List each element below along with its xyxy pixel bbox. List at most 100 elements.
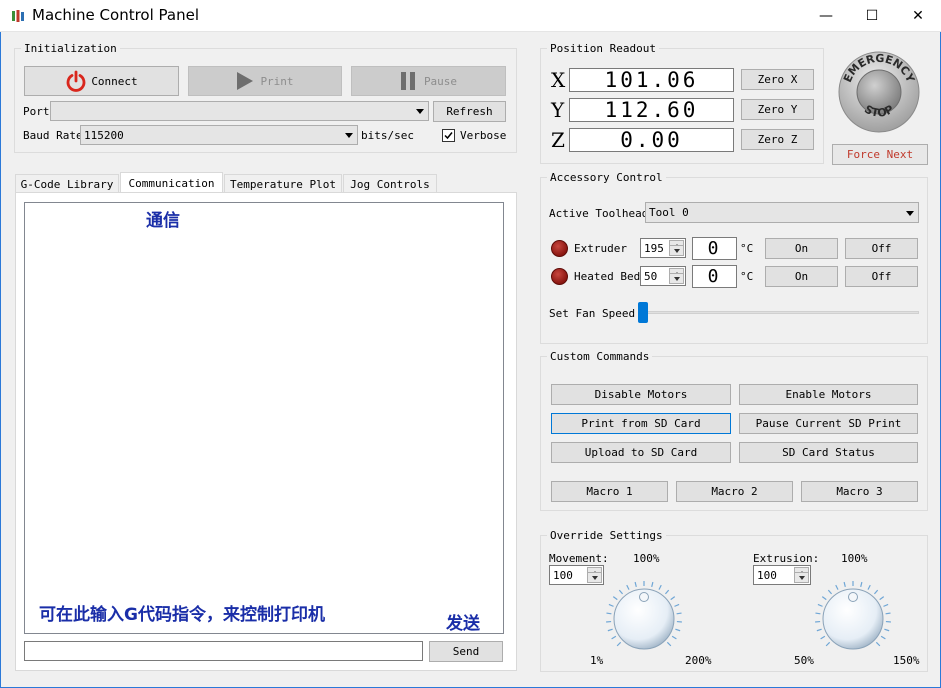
tab-temperature-plot[interactable]: Temperature Plot bbox=[224, 174, 342, 193]
zero-y-button[interactable]: Zero Y bbox=[741, 99, 814, 120]
heated-bed-off-button[interactable]: Off bbox=[845, 266, 918, 287]
refresh-button[interactable]: Refresh bbox=[433, 101, 506, 122]
print-button[interactable]: Print bbox=[188, 66, 342, 96]
zero-x-button[interactable]: Zero X bbox=[741, 69, 814, 90]
spin-down-icon[interactable] bbox=[669, 273, 684, 284]
send-button[interactable]: Send bbox=[429, 641, 503, 662]
check-icon bbox=[444, 132, 453, 140]
knob-tick bbox=[885, 612, 891, 615]
connect-button[interactable]: Connect bbox=[24, 66, 179, 96]
knob-tick bbox=[634, 581, 637, 588]
fan-speed-track[interactable] bbox=[640, 311, 919, 314]
knob-tick bbox=[816, 628, 822, 632]
annotation-command-hint: 可在此输入G代码指令，来控制打印机 bbox=[39, 605, 325, 625]
knob-tick bbox=[607, 628, 613, 632]
extrusion-value: 100 bbox=[757, 568, 777, 582]
heated-bed-on-button[interactable]: On bbox=[765, 266, 838, 287]
print-label: Print bbox=[260, 74, 294, 88]
knob-tick bbox=[618, 589, 624, 595]
enable-motors-button[interactable]: Enable Motors bbox=[739, 384, 918, 405]
knob-tick bbox=[879, 596, 885, 601]
macro-2-button[interactable]: Macro 2 bbox=[676, 481, 793, 502]
verbose-checkbox[interactable] bbox=[442, 129, 455, 142]
upload-to-sd-button[interactable]: Upload to SD Card bbox=[551, 442, 731, 463]
spin-down-icon[interactable] bbox=[587, 572, 602, 583]
extrusion-label: Extrusion: bbox=[753, 552, 820, 565]
extruder-setpoint-value: 195 bbox=[644, 241, 664, 255]
movement-knob[interactable] bbox=[603, 578, 685, 660]
extruder-status-led bbox=[551, 240, 568, 257]
extruder-on-button[interactable]: On bbox=[765, 238, 838, 259]
print-from-sd-button[interactable]: Print from SD Card bbox=[551, 413, 731, 434]
movement-spinner[interactable]: 100 bbox=[549, 565, 604, 585]
axis-z-label: Z bbox=[551, 128, 565, 152]
connect-label: Connect bbox=[91, 74, 138, 88]
extrusion-max-label: 150% bbox=[893, 654, 920, 667]
play-icon bbox=[236, 71, 254, 91]
axis-y-label: Y bbox=[551, 98, 565, 122]
chevron-down-icon bbox=[906, 210, 914, 216]
knob-tick bbox=[670, 596, 676, 601]
minimize-button[interactable]: — bbox=[803, 0, 849, 32]
spin-down-icon[interactable] bbox=[794, 572, 809, 583]
communication-log[interactable] bbox=[24, 202, 504, 634]
knob-tick bbox=[815, 612, 821, 615]
knob-tick bbox=[626, 584, 630, 590]
knob-icon bbox=[815, 581, 891, 650]
toolhead-select[interactable]: Tool 0 bbox=[645, 202, 919, 223]
annotation-send: 发送 bbox=[446, 614, 480, 634]
command-input[interactable] bbox=[24, 641, 423, 661]
app-icon bbox=[11, 9, 25, 23]
extruder-setpoint-spinner[interactable]: 195 bbox=[640, 238, 686, 258]
sd-card-status-button[interactable]: SD Card Status bbox=[739, 442, 918, 463]
tab-gcode-library[interactable]: G-Code Library bbox=[15, 174, 119, 193]
emergency-stop-button[interactable]: EMERGENCY STOP bbox=[835, 50, 923, 134]
bits-per-sec-label: bits/sec bbox=[361, 129, 414, 142]
knob-tick bbox=[671, 635, 677, 640]
close-button[interactable]: ✕ bbox=[895, 0, 941, 32]
knob-tick bbox=[675, 628, 681, 632]
knob-tick bbox=[608, 603, 614, 607]
toolhead-value: Tool 0 bbox=[649, 206, 689, 219]
knob-tick bbox=[884, 628, 890, 632]
heated-bed-unit: °C bbox=[740, 270, 754, 283]
heated-bed-status-led bbox=[551, 268, 568, 285]
port-select[interactable] bbox=[50, 101, 429, 121]
extrusion-knob[interactable] bbox=[812, 578, 894, 660]
heated-bed-setpoint-value: 50 bbox=[644, 269, 658, 283]
heated-bed-label: Heated Bed bbox=[574, 270, 641, 283]
pause-button[interactable]: Pause bbox=[351, 66, 506, 96]
macro-3-button[interactable]: Macro 3 bbox=[801, 481, 918, 502]
heated-bed-setpoint-spinner[interactable]: 50 bbox=[640, 266, 686, 286]
pause-label: Pause bbox=[423, 74, 458, 88]
active-toolhead-label: Active Toolhead bbox=[549, 207, 649, 220]
movement-current-percent: 100% bbox=[633, 552, 660, 565]
axis-x-label: X bbox=[551, 68, 566, 92]
maximize-button[interactable]: ☐ bbox=[849, 0, 895, 32]
accessory-control-label: Accessory Control bbox=[547, 171, 666, 184]
emergency-stop-icon: EMERGENCY STOP bbox=[838, 51, 920, 133]
fan-speed-label: Set Fan Speed bbox=[549, 307, 636, 320]
knob-tick bbox=[843, 581, 846, 588]
chevron-down-icon bbox=[345, 133, 353, 138]
pause-sd-print-button[interactable]: Pause Current SD Print bbox=[739, 413, 918, 434]
knob-tick bbox=[817, 603, 823, 607]
extrusion-spinner[interactable]: 100 bbox=[753, 565, 811, 585]
tab-communication[interactable]: Communication bbox=[120, 172, 223, 193]
fan-speed-thumb[interactable] bbox=[638, 302, 648, 323]
baud-rate-select[interactable]: 115200 bbox=[80, 125, 358, 145]
zero-z-button[interactable]: Zero Z bbox=[741, 129, 814, 150]
disable-motors-button[interactable]: Disable Motors bbox=[551, 384, 731, 405]
extruder-label: Extruder bbox=[574, 242, 627, 255]
knob-tick bbox=[658, 584, 662, 590]
knob-tick bbox=[875, 641, 881, 647]
macro-1-button[interactable]: Macro 1 bbox=[551, 481, 668, 502]
tab-jog-controls[interactable]: Jog Controls bbox=[343, 174, 437, 193]
knob-tick bbox=[860, 581, 863, 588]
knob-tick bbox=[664, 589, 670, 595]
position-readout-label: Position Readout bbox=[547, 42, 659, 55]
force-next-button[interactable]: Force Next bbox=[832, 144, 928, 165]
spin-down-icon[interactable] bbox=[669, 245, 684, 256]
extruder-off-button[interactable]: Off bbox=[845, 238, 918, 259]
baud-rate-value: 115200 bbox=[84, 128, 124, 142]
